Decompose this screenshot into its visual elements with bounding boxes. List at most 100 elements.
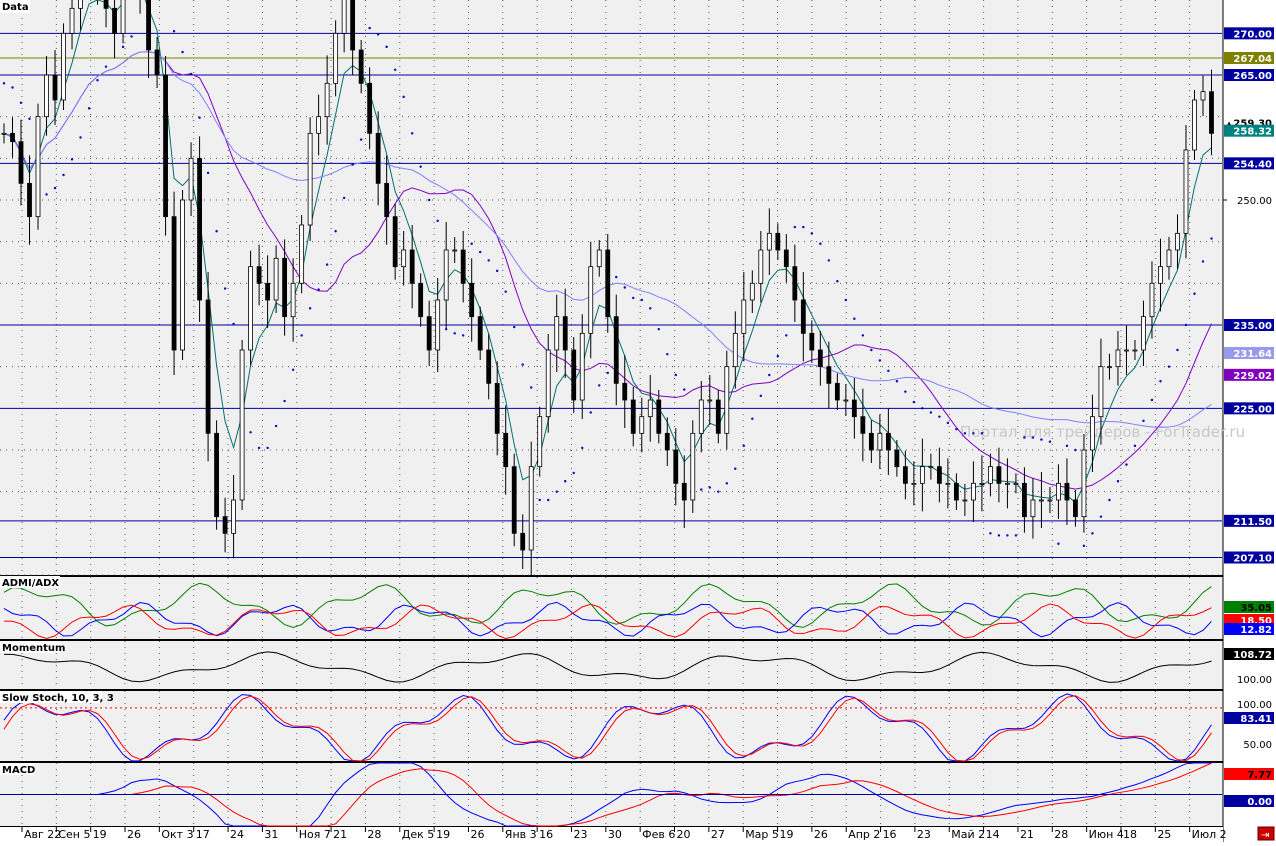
sar-dot bbox=[206, 171, 210, 175]
chart-canvas: Портал для трейдеров - ForTrader.ru 270.… bbox=[0, 0, 1276, 842]
sar-dot bbox=[963, 432, 967, 435]
candle-body bbox=[316, 116, 322, 134]
candle-body bbox=[749, 282, 755, 301]
candle-body bbox=[826, 366, 832, 384]
plus-di-tag: 12.82 bbox=[1240, 625, 1272, 636]
sar-dot bbox=[1184, 323, 1188, 327]
x-tick-label: Ноя 7 bbox=[299, 828, 331, 841]
candle-body bbox=[1209, 91, 1214, 134]
sar-dot bbox=[547, 498, 550, 502]
sar-dot bbox=[538, 498, 541, 502]
sar-dot bbox=[836, 280, 839, 283]
sar-dot bbox=[359, 138, 363, 141]
candle-body bbox=[664, 432, 670, 451]
sar-dot bbox=[980, 432, 984, 435]
x-tick-label: 14 bbox=[986, 828, 1000, 841]
candle-body bbox=[715, 399, 721, 434]
level-tag: 207.10 bbox=[1233, 554, 1272, 565]
candle-body bbox=[545, 349, 551, 418]
sar-dot bbox=[104, 65, 108, 68]
candle-body bbox=[1005, 482, 1010, 485]
sar-dot bbox=[683, 388, 686, 391]
scroll-end-button[interactable]: ⇥ bbox=[1257, 826, 1275, 841]
candle-body bbox=[1107, 366, 1112, 369]
sar-dot bbox=[717, 490, 720, 493]
candle-body bbox=[885, 432, 891, 451]
candle-body bbox=[1039, 499, 1044, 502]
panel-title-stoch[interactable]: Slow Stoch, 10, 3, 3 bbox=[2, 693, 114, 704]
x-tick-label: Мар 5 bbox=[745, 828, 779, 841]
candle-body bbox=[435, 299, 441, 351]
candle-body bbox=[792, 266, 798, 301]
level-tag: 265.00 bbox=[1233, 71, 1272, 82]
sar-dot bbox=[1167, 365, 1171, 368]
panel-title-admi[interactable]: ADMI/ADX bbox=[2, 578, 59, 589]
x-tick-label: 26 bbox=[814, 828, 828, 841]
panel-title-macd[interactable]: MACD bbox=[2, 765, 35, 776]
candle-body bbox=[282, 257, 288, 318]
x-tick-label: Июн 4 bbox=[1089, 828, 1124, 841]
sar-dot bbox=[266, 446, 269, 450]
sar-dot bbox=[870, 348, 873, 352]
sar-dot bbox=[938, 415, 941, 418]
sar-dot bbox=[172, 30, 176, 33]
sar-dot bbox=[887, 369, 890, 373]
x-tick-label: Окт 3 bbox=[161, 828, 193, 841]
panel-title-data[interactable]: Data bbox=[2, 2, 29, 13]
candle-body bbox=[1098, 366, 1104, 418]
candle-body bbox=[290, 282, 296, 318]
candle-body bbox=[341, 0, 347, 34]
sar-dot bbox=[521, 363, 524, 366]
sar-dot bbox=[742, 444, 746, 448]
sar-dot bbox=[1006, 534, 1009, 537]
candle-body bbox=[1200, 91, 1206, 101]
sar-dot bbox=[581, 446, 584, 450]
x-tick-label: 16 bbox=[539, 828, 553, 841]
sar-dot bbox=[640, 298, 643, 302]
candle-body bbox=[120, 0, 126, 34]
panel-title-momentum[interactable]: Momentum bbox=[2, 643, 65, 654]
chart-window: Портал для трейдеров - ForTrader.ru 270.… bbox=[0, 0, 1276, 842]
sar-dot bbox=[300, 334, 303, 337]
sar-dot bbox=[946, 421, 950, 425]
sar-dot bbox=[1074, 448, 1077, 452]
sar-dot bbox=[317, 288, 320, 291]
candle-body bbox=[1030, 499, 1036, 518]
candle-body bbox=[554, 316, 560, 351]
candle-body bbox=[239, 349, 245, 501]
sar-dot bbox=[351, 163, 354, 166]
sar-dot bbox=[461, 334, 465, 337]
sar-dot bbox=[606, 371, 609, 375]
candle-body bbox=[630, 399, 636, 434]
stoch-tick-100: 100.00 bbox=[1237, 700, 1272, 711]
sar-dot bbox=[955, 427, 958, 431]
candle-body bbox=[953, 482, 959, 501]
candle-body bbox=[460, 249, 466, 284]
candle-body bbox=[52, 74, 58, 101]
sar-dot bbox=[861, 334, 865, 337]
candle-body bbox=[426, 316, 432, 351]
candle-body bbox=[163, 74, 168, 218]
candle-body bbox=[112, 7, 117, 34]
candle-body bbox=[988, 466, 993, 484]
sar-dot bbox=[87, 107, 91, 110]
sar-dot bbox=[376, 33, 380, 36]
sar-dot bbox=[19, 101, 23, 104]
candle-body bbox=[69, 7, 75, 34]
x-tick-label: 19 bbox=[93, 828, 107, 841]
sar-dot bbox=[768, 373, 771, 377]
candle-body bbox=[1056, 482, 1061, 501]
sar-dot bbox=[496, 269, 499, 273]
sar-dot bbox=[1150, 398, 1154, 402]
adx-tag: 35.05 bbox=[1240, 603, 1272, 614]
candle-body bbox=[1158, 266, 1163, 284]
macd-zero-tag: 0.00 bbox=[1247, 797, 1272, 808]
sar-dot bbox=[436, 219, 439, 223]
x-tick-label: Июл 2 bbox=[1192, 828, 1227, 841]
candle-body bbox=[834, 382, 840, 401]
candle-body bbox=[528, 466, 534, 551]
candle-body bbox=[970, 482, 976, 501]
y-tick: 250.00 bbox=[1237, 196, 1272, 207]
candle-body bbox=[596, 249, 602, 268]
candle-body bbox=[486, 349, 492, 384]
